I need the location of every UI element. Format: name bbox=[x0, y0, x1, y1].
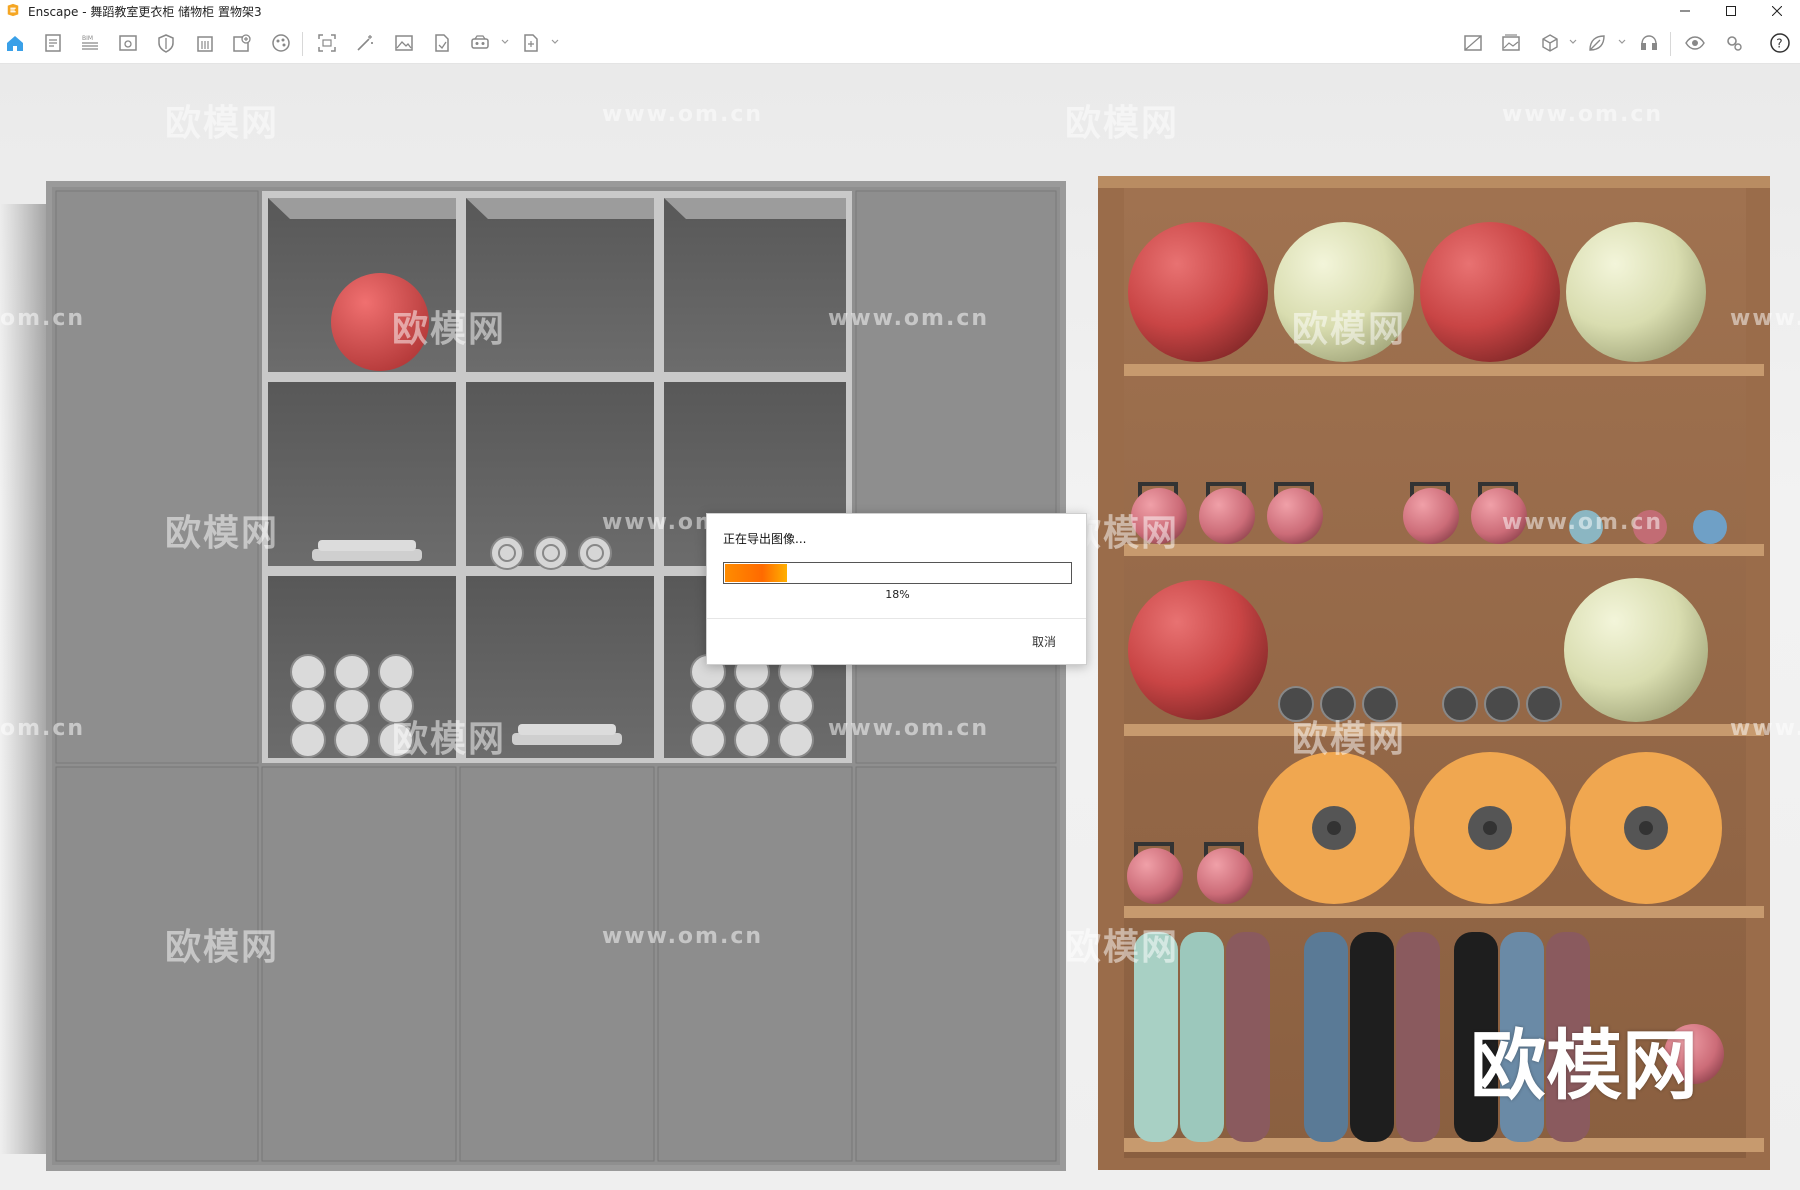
document-list-icon[interactable] bbox=[40, 30, 66, 56]
chevron-down-icon[interactable] bbox=[1617, 37, 1627, 47]
watermark-text: www.om.cn bbox=[1502, 102, 1664, 127]
add-asset-icon[interactable] bbox=[229, 30, 255, 56]
watermark-text: www.om.cn bbox=[1502, 510, 1664, 535]
cancel-button[interactable]: 取消 bbox=[1032, 633, 1056, 650]
watermark-text: www.o bbox=[1730, 306, 1800, 331]
watermark-text: 欧模网 bbox=[392, 719, 507, 760]
view-icon[interactable] bbox=[115, 30, 141, 56]
watermark-text: www.om.cn bbox=[602, 102, 764, 127]
gallery-icon[interactable] bbox=[1498, 30, 1524, 56]
maximize-button[interactable] bbox=[1708, 0, 1754, 22]
watermark-text: om.cn bbox=[0, 716, 86, 741]
watermark-text: 欧模网 bbox=[1065, 927, 1180, 968]
svg-text:BIM: BIM bbox=[82, 35, 93, 42]
image-compare-icon[interactable] bbox=[1460, 30, 1486, 56]
building-icon[interactable] bbox=[192, 30, 218, 56]
capture-icon[interactable] bbox=[314, 30, 340, 56]
enscape-logo-icon bbox=[6, 3, 22, 19]
shield-icon[interactable] bbox=[153, 30, 179, 56]
watermark-text: 欧模网 bbox=[392, 309, 507, 350]
help-icon[interactable]: ? bbox=[1767, 30, 1793, 56]
image-icon[interactable] bbox=[391, 30, 417, 56]
watermark-text: 欧模网 bbox=[165, 103, 280, 144]
vr-headset-icon[interactable] bbox=[467, 30, 493, 56]
material-icon[interactable] bbox=[268, 30, 294, 56]
watermark-text: www.om.cn bbox=[602, 924, 764, 949]
minimize-button[interactable] bbox=[1662, 0, 1708, 22]
home-icon[interactable] bbox=[2, 30, 28, 56]
cube-icon[interactable] bbox=[1537, 30, 1563, 56]
export-icon[interactable] bbox=[518, 30, 544, 56]
chevron-down-icon[interactable] bbox=[1568, 37, 1578, 47]
headset-icon[interactable] bbox=[1636, 30, 1662, 56]
watermark-text: 欧模网 bbox=[1292, 309, 1407, 350]
bim-icon[interactable]: BIM bbox=[77, 30, 103, 56]
dialog-title: 正在导出图像... bbox=[723, 532, 807, 546]
progress-bar bbox=[723, 562, 1072, 584]
progress-percent: 18% bbox=[885, 588, 910, 601]
watermark-text: 欧模网 bbox=[165, 513, 280, 554]
chevron-down-icon[interactable] bbox=[500, 37, 510, 47]
watermark-text: om.cn bbox=[0, 306, 86, 331]
watermark-text: 欧模网 bbox=[1292, 719, 1407, 760]
watermark-logo: 欧模网 bbox=[1470, 1021, 1698, 1110]
progress-bar-fill bbox=[725, 564, 787, 582]
chevron-down-icon[interactable] bbox=[550, 37, 560, 47]
file-export-icon[interactable] bbox=[429, 30, 455, 56]
svg-text:?: ? bbox=[1776, 37, 1782, 51]
title-bar: Enscape - 舞蹈教室更衣柜 储物柜 置物架3 bbox=[0, 0, 1800, 22]
watermark-text: www.o bbox=[1730, 716, 1800, 741]
eye-icon[interactable] bbox=[1682, 30, 1708, 56]
watermark-text: 欧模网 bbox=[1065, 103, 1180, 144]
watermark-text: 欧模网 bbox=[165, 927, 280, 968]
settings-icon[interactable] bbox=[1721, 30, 1747, 56]
window-title: Enscape - 舞蹈教室更衣柜 储物柜 置物架3 bbox=[28, 4, 262, 19]
divider bbox=[707, 618, 1086, 619]
toolbar: BIM ? bbox=[0, 22, 1800, 81]
close-button[interactable] bbox=[1754, 0, 1800, 22]
export-progress-dialog: 正在导出图像... 18% 取消 bbox=[706, 513, 1087, 665]
watermark-text: www.om.cn bbox=[828, 306, 990, 331]
magic-wand-icon[interactable] bbox=[352, 30, 378, 56]
leaf-icon[interactable] bbox=[1584, 30, 1610, 56]
watermark-text: www.om.cn bbox=[828, 716, 990, 741]
